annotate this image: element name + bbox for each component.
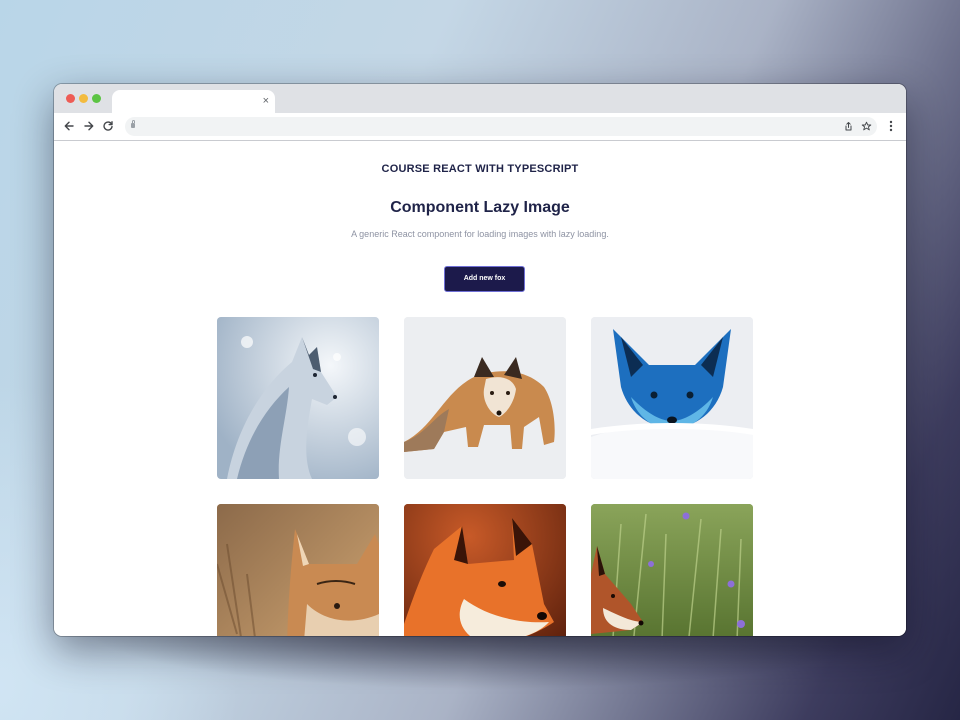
reload-icon[interactable] xyxy=(101,119,115,133)
browser-window: × COURSE REACT WITH TYPESCRIPT Component… xyxy=(54,84,906,636)
share-icon[interactable] xyxy=(843,121,854,132)
tab-strip: × xyxy=(54,84,906,113)
fox-image-4 xyxy=(217,504,379,636)
arrow-left-icon[interactable] xyxy=(62,119,76,133)
fox-image-5 xyxy=(404,504,566,636)
browser-toolbar xyxy=(54,113,906,141)
lock-icon xyxy=(131,120,135,128)
add-new-fox-button[interactable]: Add new fox xyxy=(444,266,525,292)
fox-image-3 xyxy=(591,317,753,479)
fox-image-2 xyxy=(404,317,566,479)
fox-image-6 xyxy=(591,504,753,636)
address-bar[interactable] xyxy=(125,117,877,136)
fox-image-1 xyxy=(217,317,379,479)
page-content: COURSE REACT WITH TYPESCRIPT Component L… xyxy=(54,141,906,636)
maximize-window-icon[interactable] xyxy=(92,94,101,103)
close-window-icon[interactable] xyxy=(66,94,75,103)
browser-tab[interactable]: × xyxy=(112,90,275,113)
page-subtitle: A generic React component for loading im… xyxy=(351,229,609,239)
kebab-menu-icon[interactable] xyxy=(887,119,895,133)
tab-close-icon[interactable]: × xyxy=(263,94,269,108)
course-eyebrow: COURSE REACT WITH TYPESCRIPT xyxy=(381,163,579,175)
star-icon[interactable] xyxy=(861,121,872,132)
minimize-window-icon[interactable] xyxy=(79,94,88,103)
page-title: Component Lazy Image xyxy=(390,199,570,216)
arrow-right-icon[interactable] xyxy=(82,119,96,133)
